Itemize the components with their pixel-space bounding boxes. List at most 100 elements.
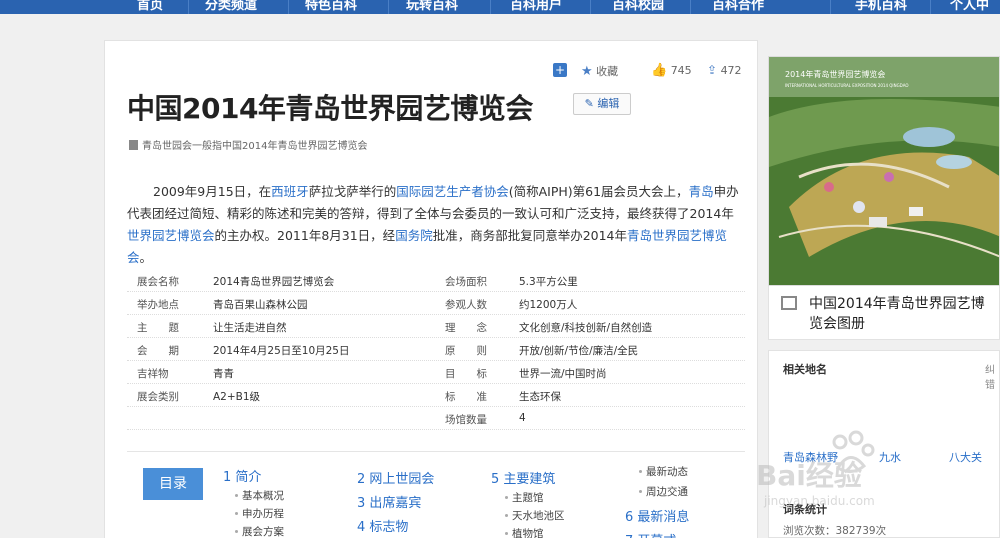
info-value: 让生活走进自然 <box>213 322 287 334</box>
bullet-icon <box>639 490 642 493</box>
share-count: 472 <box>720 64 742 77</box>
summary-paragraph: 2009年9月15日，在西班牙萨拉戈萨举行的国际园艺生产者协会(简称AIPH)第… <box>127 181 743 269</box>
info-value: 2014年4月25日至10月25日 <box>213 345 350 357</box>
nav-divider <box>830 0 831 14</box>
link-aiph[interactable]: 国际园艺生产者协会 <box>396 184 509 199</box>
toc-section-guests[interactable]: 3 出席嘉宾 <box>357 492 421 511</box>
toc-section-symbols[interactable]: 4 标志物 <box>357 516 408 535</box>
nav-home[interactable]: 首页 <box>137 0 163 13</box>
image-flower-bed <box>824 182 834 192</box>
info-value: 青青 <box>213 368 234 380</box>
info-value: 生态环保 <box>519 391 561 403</box>
album-caption-box[interactable]: 中国2014年青岛世界园艺博览会图册 <box>768 286 1000 340</box>
star-icon: ★ <box>581 64 593 79</box>
watermark-brand: Bai经验 <box>756 459 862 492</box>
summary-text: 2009年9月15日，在 <box>153 184 272 199</box>
watermark-url: jingyan.baidu.com <box>764 494 875 508</box>
nav-campus[interactable]: 百科校园 <box>612 0 664 13</box>
info-key: 会场面积 <box>445 276 487 288</box>
nav-explore[interactable]: 玩转百科 <box>406 0 458 13</box>
info-row: 吉祥物 青青 目 标 世界一流/中国时尚 <box>127 361 745 384</box>
info-key: 理 念 <box>445 322 487 334</box>
toc-section-online[interactable]: 2 网上世园会 <box>357 468 434 487</box>
info-key: 展会名称 <box>137 276 179 288</box>
album-caption: 中国2014年青岛世界园艺博览会图册 <box>809 296 985 332</box>
toc-item-label: 最新动态 <box>646 466 688 478</box>
toc-label: 目录 <box>143 468 203 500</box>
toc-item[interactable]: 植物馆 <box>505 526 544 538</box>
correction-link[interactable]: 纠错 <box>985 361 999 391</box>
info-key: 举办地点 <box>137 299 179 311</box>
toc-section-opening[interactable]: 7 开幕式 <box>625 530 676 538</box>
share-icon: ⇪ <box>707 63 718 77</box>
info-key: 目 标 <box>445 368 487 380</box>
summary-text: (简称AIPH)第61届会员大会上， <box>508 184 689 199</box>
nav-cooperation[interactable]: 百科合作 <box>712 0 764 13</box>
toc-item[interactable]: 周边交通 <box>639 484 688 499</box>
image-pond <box>903 127 955 147</box>
favorite-button[interactable]: ★ 收藏 <box>581 63 618 79</box>
like-count: 745 <box>670 64 692 77</box>
nav-divider <box>388 0 389 14</box>
like-button[interactable]: 👍 745 <box>651 63 692 78</box>
link-state-council[interactable]: 国务院 <box>395 228 433 243</box>
edit-button[interactable]: ✎ 编辑 <box>573 93 631 115</box>
info-box: 展会名称 2014青岛世界园艺博览会 会场面积 5.3平方公里 举办地点 青岛百… <box>127 269 745 430</box>
info-row: 举办地点 青岛百果山森林公园 参观人数 约1200万人 <box>127 292 745 315</box>
nav-featured[interactable]: 特色百科 <box>305 0 357 13</box>
link-world-expo[interactable]: 世界园艺博览会 <box>127 228 215 243</box>
toc-item[interactable]: 主题馆 <box>505 490 544 505</box>
summary-text: 。 <box>139 250 153 265</box>
link-qingdao[interactable]: 青岛 <box>689 184 714 199</box>
nav-divider <box>930 0 931 14</box>
image-subtitle-text: INTERNATIONAL HORTICULTURAL EXPOSITION 2… <box>785 83 909 88</box>
aerial-view-image: 2014年青岛世界园艺博览会 INTERNATIONAL HORTICULTUR… <box>769 57 999 285</box>
nav-divider <box>590 0 591 14</box>
toc-item-label: 植物馆 <box>512 528 544 538</box>
nav-divider <box>288 0 289 14</box>
favorite-label: 收藏 <box>596 65 619 78</box>
info-value: 文化创意/科技创新/自然创造 <box>519 322 653 334</box>
toc-item[interactable]: 申办历程 <box>235 506 284 521</box>
info-value: 开放/创新/节俭/廉洁/全民 <box>519 345 639 357</box>
info-value: 约1200万人 <box>519 299 578 311</box>
nav-users[interactable]: 百科用户 <box>510 0 562 13</box>
add-button[interactable]: + <box>553 63 567 77</box>
album-cover-image[interactable]: 2014年青岛世界园艺博览会 INTERNATIONAL HORTICULTUR… <box>768 56 1000 286</box>
info-key: 会 期 <box>137 345 179 357</box>
nav-divider <box>690 0 691 14</box>
toc-item-label: 天水地池区 <box>512 510 565 522</box>
bullet-icon <box>235 530 238 533</box>
info-row: 展会名称 2014青岛世界园艺博览会 会场面积 5.3平方公里 <box>127 269 745 292</box>
info-key: 展会类别 <box>137 391 179 403</box>
image-title-text: 2014年青岛世界园艺博览会 <box>785 69 885 79</box>
nav-user-center[interactable]: 个人中 <box>950 0 989 13</box>
toc-item[interactable]: 展会方案 <box>235 524 284 538</box>
nav-mobile[interactable]: 手机百科 <box>855 0 907 13</box>
info-key: 标 准 <box>445 391 487 403</box>
info-key: 吉祥物 <box>137 368 169 380</box>
link-spain[interactable]: 西班牙 <box>271 184 309 199</box>
page-title: 中国2014年青岛世界园艺博览会 <box>127 92 533 125</box>
table-of-contents: 目录 1 简介 基本概况 申办历程 展会方案 2 网上世园会 3 出席嘉宾 4 … <box>127 451 745 538</box>
edit-label: 编辑 <box>597 97 620 110</box>
related-title: 相关地名 <box>783 363 827 376</box>
toc-item[interactable]: 基本概况 <box>235 488 284 503</box>
info-value: 世界一流/中国时尚 <box>519 368 607 380</box>
nav-categories[interactable]: 分类频道 <box>205 0 257 13</box>
bullet-icon <box>505 496 508 499</box>
summary-text: 批准，商务部批复同意举办2014年 <box>432 228 628 243</box>
toc-section-intro[interactable]: 1 简介 <box>223 466 261 485</box>
watermark: Bai经验 jingyan.baidu.com <box>756 428 996 518</box>
image-building <box>909 207 923 216</box>
share-button[interactable]: ⇪ 472 <box>707 63 742 77</box>
info-value: 5.3平方公里 <box>519 276 578 288</box>
toc-section-buildings[interactable]: 5 主要建筑 <box>491 468 555 487</box>
toc-item[interactable]: 天水地池区 <box>505 508 565 523</box>
info-value: 青岛百果山森林公园 <box>213 299 308 311</box>
toc-section-news[interactable]: 6 最新消息 <box>625 506 689 525</box>
bullet-icon <box>639 470 642 473</box>
toc-item[interactable]: 最新动态 <box>639 464 688 479</box>
info-key: 主 题 <box>137 322 179 334</box>
info-row: 场馆数量 4 <box>127 407 745 430</box>
